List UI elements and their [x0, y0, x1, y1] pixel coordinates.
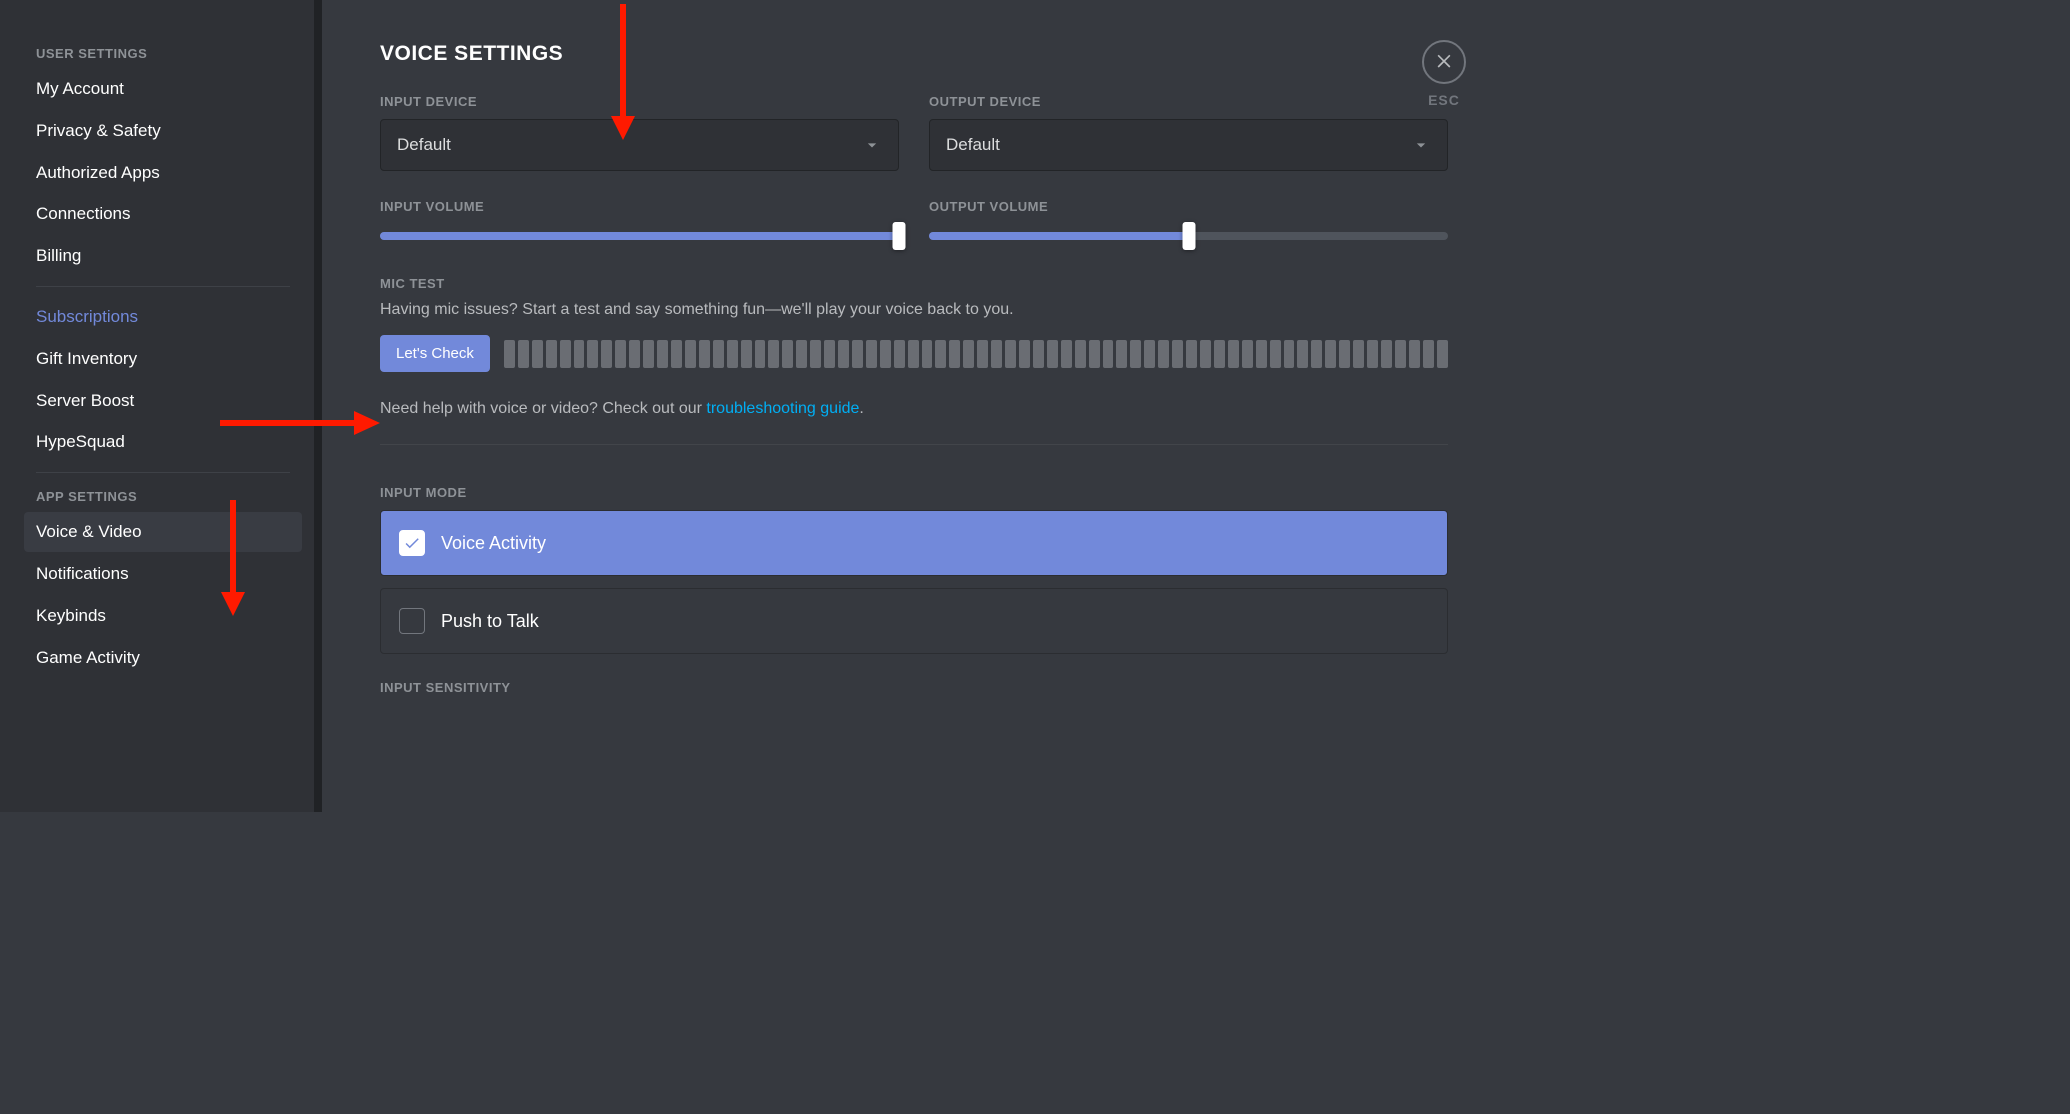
settings-sidebar: USER SETTINGS My Account Privacy & Safet… — [0, 0, 314, 812]
sidebar-divider — [36, 472, 290, 473]
input-mode-voice-activity[interactable]: Voice Activity — [380, 510, 1448, 576]
mic-test-label: MIC TEST — [380, 276, 1448, 291]
help-text: Need help with voice or video? Check out… — [380, 400, 1448, 418]
radio-label: Push to Talk — [441, 611, 539, 632]
input-device-value: Default — [397, 135, 451, 155]
settings-main: ESC VOICE SETTINGS INPUT DEVICE Default … — [322, 0, 1508, 812]
sidebar-item-keybinds[interactable]: Keybinds — [24, 596, 302, 636]
mic-test-meter — [504, 340, 1448, 368]
sidebar-item-voice-video[interactable]: Voice & Video — [24, 512, 302, 552]
chevron-down-icon — [1411, 135, 1431, 155]
sidebar-item-my-account[interactable]: My Account — [24, 69, 302, 109]
slider-thumb[interactable] — [1182, 222, 1195, 250]
checkbox-unchecked-icon — [399, 608, 425, 634]
esc-label: ESC — [1428, 92, 1460, 108]
sidebar-item-authorized-apps[interactable]: Authorized Apps — [24, 153, 302, 193]
input-volume-slider[interactable] — [380, 224, 899, 248]
sidebar-item-hypesquad[interactable]: HypeSquad — [24, 422, 302, 462]
close-button[interactable] — [1422, 40, 1466, 84]
sidebar-edge — [314, 0, 322, 812]
input-volume-label: INPUT VOLUME — [380, 199, 899, 214]
output-device-select[interactable]: Default — [929, 119, 1448, 171]
lets-check-button[interactable]: Let's Check — [380, 335, 490, 372]
sidebar-item-subscriptions[interactable]: Subscriptions — [24, 297, 302, 337]
sidebar-item-privacy-safety[interactable]: Privacy & Safety — [24, 111, 302, 151]
sidebar-item-notifications[interactable]: Notifications — [24, 554, 302, 594]
output-device-value: Default — [946, 135, 1000, 155]
sidebar-divider — [36, 286, 290, 287]
sidebar-item-connections[interactable]: Connections — [24, 194, 302, 234]
page-title: VOICE SETTINGS — [380, 42, 1448, 66]
output-device-label: OUTPUT DEVICE — [929, 94, 1448, 109]
input-mode-push-to-talk[interactable]: Push to Talk — [380, 588, 1448, 654]
input-device-label: INPUT DEVICE — [380, 94, 899, 109]
sidebar-item-billing[interactable]: Billing — [24, 236, 302, 276]
input-device-select[interactable]: Default — [380, 119, 899, 171]
sidebar-item-game-activity[interactable]: Game Activity — [24, 638, 302, 678]
chevron-down-icon — [862, 135, 882, 155]
radio-label: Voice Activity — [441, 533, 546, 554]
mic-test-description: Having mic issues? Start a test and say … — [380, 301, 1448, 319]
close-icon — [1434, 50, 1454, 75]
sidebar-item-server-boost[interactable]: Server Boost — [24, 381, 302, 421]
section-divider — [380, 444, 1448, 445]
input-sensitivity-label: INPUT SENSITIVITY — [380, 680, 1448, 695]
sidebar-section-user-settings: USER SETTINGS — [24, 40, 302, 67]
output-volume-label: OUTPUT VOLUME — [929, 199, 1448, 214]
sidebar-section-app-settings: APP SETTINGS — [24, 483, 302, 510]
troubleshooting-link[interactable]: troubleshooting guide — [706, 400, 859, 417]
checkbox-checked-icon — [399, 530, 425, 556]
output-volume-slider[interactable] — [929, 224, 1448, 248]
slider-thumb[interactable] — [893, 222, 906, 250]
input-mode-label: INPUT MODE — [380, 485, 1448, 500]
sidebar-item-gift-inventory[interactable]: Gift Inventory — [24, 339, 302, 379]
